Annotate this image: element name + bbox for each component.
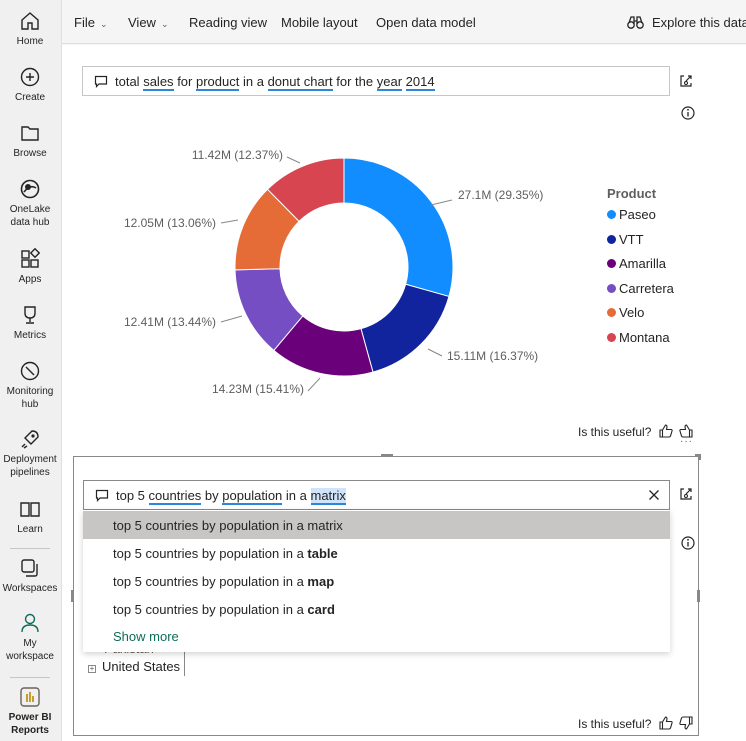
data-label-velo: 12.05M (13.06%): [124, 216, 216, 230]
legend-label: Velo: [619, 305, 645, 321]
leader-line: [430, 199, 453, 206]
data-label-carretera: 12.41M (13.44%): [124, 315, 216, 329]
legend-item-velo[interactable]: Velo: [607, 305, 674, 330]
qa2-term-countries: countries: [148, 488, 202, 505]
legend-dot: [607, 308, 616, 318]
resize-handle-top[interactable]: [381, 454, 393, 457]
legend-label: Amarilla: [619, 256, 666, 272]
suggestion-item-map[interactable]: top 5 countries by population in a map: [83, 567, 670, 595]
legend-dot: [607, 234, 616, 244]
leader-line: [286, 156, 301, 164]
is-this-useful-label-2: Is this useful?: [578, 717, 652, 731]
turn-into-visual-icon[interactable]: [678, 486, 694, 502]
chart-legend: Product Paseo VTT Amarilla Carretera Velo Mon…: [607, 186, 674, 355]
qa-question-input-2[interactable]: top 5 countries by population in a matri…: [83, 480, 670, 510]
suggestion-text: top 5 countries by population in a: [113, 574, 308, 589]
legend-item-montana[interactable]: Montana: [607, 330, 674, 355]
suggestion-text: top 5 countries by population in a: [113, 602, 308, 617]
legend-label: Paseo: [619, 207, 656, 222]
qa2-term-population: population: [222, 488, 283, 505]
leader-line: [220, 219, 239, 224]
qa2-term-matrix: matrix: [310, 488, 346, 505]
thumbs-up-icon[interactable]: [658, 423, 674, 439]
legend-dot: [607, 210, 616, 219]
matrix-row-label: United States: [102, 659, 181, 674]
legend-dot: [607, 332, 616, 342]
info-icon[interactable]: [680, 535, 696, 551]
qa-question-text-2: top 5 countries by population in a matri…: [116, 488, 346, 505]
legend-item-vtt[interactable]: VTT: [607, 232, 674, 257]
donut-slice-paseo[interactable]: [343, 157, 454, 298]
legend-dot: [607, 283, 616, 293]
is-this-useful-label-1: Is this useful?: [578, 425, 652, 439]
resize-handle-right[interactable]: [697, 590, 700, 602]
thumbs-down-icon[interactable]: [678, 715, 694, 731]
qa2-word-by: by: [204, 488, 219, 503]
resize-handle-top-right[interactable]: [695, 454, 701, 460]
matrix-row[interactable]: + United States: [88, 659, 180, 674]
suggestion-text: top 5 countries by population in a: [113, 546, 308, 561]
legend-label: VTT: [619, 231, 644, 247]
thumbs-up-icon[interactable]: [658, 715, 674, 731]
expand-icon[interactable]: +: [88, 665, 96, 673]
show-more-link[interactable]: Show more: [113, 629, 179, 644]
leader-line: [427, 348, 443, 357]
leader-line: [307, 377, 321, 392]
qa2-word-in-a: in a: [285, 488, 307, 503]
legend-item-carretera[interactable]: Carretera: [607, 281, 674, 306]
legend-item-amarilla[interactable]: Amarilla: [607, 256, 674, 281]
qa2-word-top-5: top 5: [116, 488, 145, 503]
suggestion-keyword: card: [307, 602, 335, 617]
suggestion-keyword: map: [307, 574, 335, 589]
suggestion-item-card[interactable]: top 5 countries by population in a card: [83, 595, 670, 623]
data-label-vtt: 15.11M (16.37%): [447, 349, 538, 363]
data-label-paseo: 27.1M (29.35%): [458, 188, 543, 202]
suggestion-item-matrix[interactable]: top 5 countries by population in a matri…: [83, 511, 670, 539]
suggestions-dropdown: top 5 countries by population in a matri…: [83, 510, 670, 652]
legend-label: Montana: [619, 329, 670, 345]
donut-slice-vtt[interactable]: [360, 283, 450, 373]
suggestion-text: top 5 countries by population in a matri…: [113, 518, 343, 533]
column-divider: [184, 648, 185, 676]
resize-handle-left[interactable]: [71, 590, 74, 602]
legend-dot: [607, 259, 616, 269]
legend-title: Product: [607, 186, 657, 201]
clear-icon[interactable]: [648, 489, 660, 501]
legend-label: Carretera: [619, 280, 674, 296]
more-options-icon[interactable]: ···: [680, 436, 693, 447]
suggestion-keyword: table: [307, 546, 338, 561]
legend-item-paseo[interactable]: Paseo: [607, 207, 674, 232]
data-label-amarilla: 14.23M (15.41%): [212, 382, 304, 396]
speech-bubble-icon: [95, 489, 109, 502]
leader-line: [220, 315, 243, 323]
suggestion-item-table[interactable]: top 5 countries by population in a table: [83, 539, 670, 567]
data-label-montana: 11.42M (12.37%): [192, 148, 283, 162]
